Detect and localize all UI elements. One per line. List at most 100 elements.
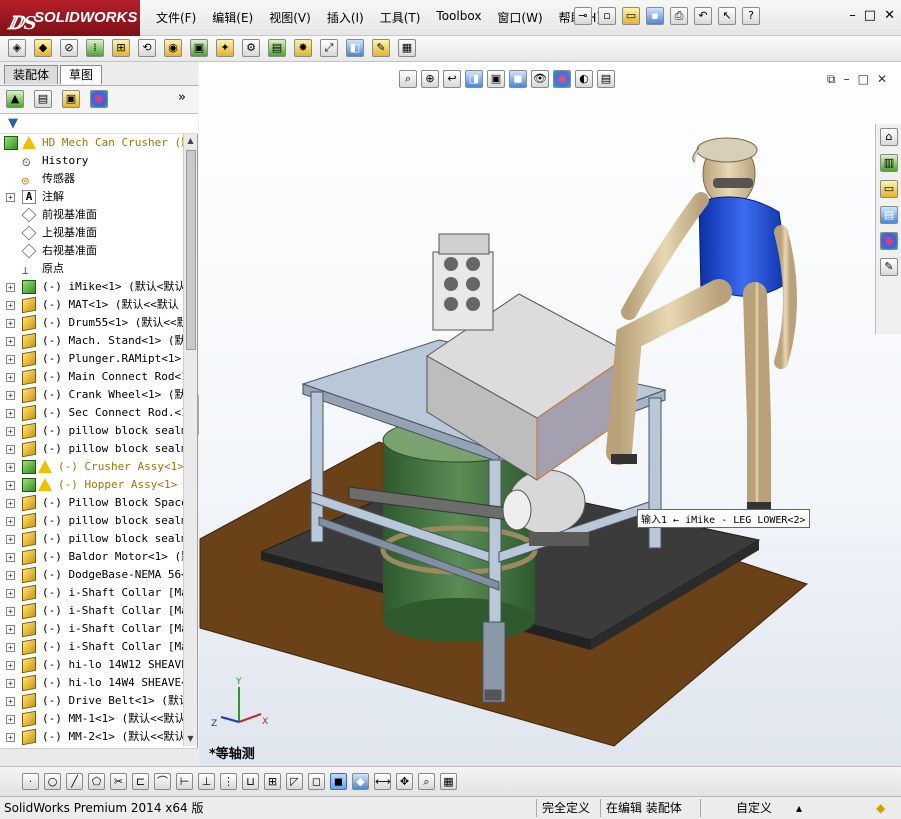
help-icon[interactable]: ?: [742, 7, 760, 25]
construction-icon[interactable]: ⋮: [220, 773, 237, 790]
expand-toggle-icon[interactable]: +: [6, 535, 15, 544]
tree-item[interactable]: + (-) i-Shaft Collar [Mat: [0, 602, 184, 620]
table-icon[interactable]: ▦: [440, 773, 457, 790]
filter-icon[interactable]: ▼: [8, 116, 18, 131]
mate-icon[interactable]: ⊘: [60, 39, 78, 57]
feature-manager-icon[interactable]: ▲: [6, 90, 24, 108]
expand-toggle-icon[interactable]: +: [6, 319, 15, 328]
maximize-icon[interactable]: □: [864, 8, 876, 23]
tree-item[interactable]: + (-) Drum55<1> (默认<<默: [0, 314, 184, 332]
file-explorer-icon[interactable]: ▭: [880, 180, 898, 198]
menu-tools[interactable]: 工具(T): [372, 9, 429, 26]
property-manager-icon[interactable]: ▤: [34, 90, 52, 108]
expand-toggle-icon[interactable]: +: [6, 571, 15, 580]
fillet-icon[interactable]: ⌒: [154, 773, 171, 790]
model-scene[interactable]: Y X Z: [199, 62, 901, 766]
save-icon[interactable]: ▪: [646, 7, 664, 25]
show-hidden-icon[interactable]: ◉: [164, 39, 182, 57]
grid-icon[interactable]: ⊞: [264, 773, 281, 790]
expand-toggle-icon[interactable]: +: [6, 463, 15, 472]
menu-file[interactable]: 文件(F): [148, 9, 204, 26]
tree-item[interactable]: + (-) MAT<1> (默认<<默认: [0, 296, 184, 314]
circle-icon[interactable]: ○: [44, 773, 61, 790]
box-view-icon[interactable]: ◻: [308, 773, 325, 790]
select-icon[interactable]: ↖: [718, 7, 736, 25]
assembly-features-icon[interactable]: ▣: [190, 39, 208, 57]
tree-item[interactable]: + (-) pillow block sealma: [0, 530, 184, 548]
tree-item[interactable]: + (-) pillow block sealma: [0, 422, 184, 440]
expand-toggle-icon[interactable]: +: [6, 643, 15, 652]
menu-edit[interactable]: 编辑(E): [204, 9, 261, 26]
tree-item[interactable]: 右视基准面: [0, 242, 184, 260]
expand-toggle-icon[interactable]: +: [6, 427, 15, 436]
bill-of-materials-icon[interactable]: ▤: [268, 39, 286, 57]
tree-item[interactable]: + (-) MM-1<1> (默认<<默认: [0, 710, 184, 728]
tree-item[interactable]: ◎ 传感器: [0, 170, 184, 188]
expand-toggle-icon[interactable]: +: [6, 661, 15, 670]
expand-toggle-icon[interactable]: +: [6, 409, 15, 418]
expand-toggle-icon[interactable]: +: [6, 481, 15, 490]
exploded-view-icon[interactable]: ✸: [294, 39, 312, 57]
units-status[interactable]: 自定义: [736, 800, 772, 817]
new-motion-study-icon[interactable]: ⚙: [242, 39, 260, 57]
tree-item[interactable]: + (-) i-Shaft Collar [Mat: [0, 584, 184, 602]
rebuild-icon[interactable]: ◆: [876, 800, 885, 817]
tab-sketch[interactable]: 草图: [60, 65, 103, 84]
tree-item[interactable]: + (-) Crusher Assy<1>: [0, 458, 184, 476]
tree-item[interactable]: + (-) Baldor Motor<1> (默: [0, 548, 184, 566]
trim-icon[interactable]: ✂: [110, 773, 127, 790]
expand-toggle-icon[interactable]: +: [6, 553, 15, 562]
tree-item[interactable]: + (-) DodgeBase-NEMA 56<1: [0, 566, 184, 584]
tree-item[interactable]: + (-) Main Connect Rod<1>: [0, 368, 184, 386]
menu-toolbox[interactable]: Toolbox: [428, 9, 489, 26]
point-icon[interactable]: ·: [22, 773, 39, 790]
offset-icon[interactable]: ⊏: [132, 773, 149, 790]
expand-toggle-icon[interactable]: +: [6, 337, 15, 346]
scroll-thumb[interactable]: [186, 150, 196, 350]
expand-toggle-icon[interactable]: +: [6, 283, 15, 292]
snapshot-icon[interactable]: ▦: [398, 39, 416, 57]
expand-toggle-icon[interactable]: +: [6, 607, 15, 616]
tree-item[interactable]: + (-) i-Shaft Collar [Mat: [0, 638, 184, 656]
tree-item[interactable]: + (-) Plunger.RAMipt<1> (: [0, 350, 184, 368]
isometric-icon[interactable]: ◆: [352, 773, 369, 790]
snap-icon[interactable]: ⌕: [418, 773, 435, 790]
ruler-icon[interactable]: ⊔: [242, 773, 259, 790]
tree-item[interactable]: + (-) Pillow Block Spacer: [0, 494, 184, 512]
tree-item[interactable]: + (-) hi-lo 14W4 SHEAVE<1: [0, 674, 184, 692]
expand-toggle-icon[interactable]: +: [6, 301, 15, 310]
expand-toggle-icon[interactable]: +: [6, 373, 15, 382]
tree-vertical-scrollbar[interactable]: ▲ ▼: [183, 134, 197, 746]
smart-fasteners-icon[interactable]: ⊞: [112, 39, 130, 57]
imike-figure[interactable]: [606, 137, 797, 520]
relation-icon[interactable]: ⊥: [198, 773, 215, 790]
polygon-icon[interactable]: ⬠: [88, 773, 105, 790]
line-icon[interactable]: ╱: [66, 773, 83, 790]
close-icon[interactable]: ✕: [884, 8, 895, 23]
tree-item[interactable]: + (-) Sec Connect Rod.<1>: [0, 404, 184, 422]
perspective-icon[interactable]: ◸: [286, 773, 303, 790]
tree-item[interactable]: HD Mech Can Crusher (默: [0, 134, 184, 152]
measure-icon[interactable]: ⟷: [374, 773, 391, 790]
undo-icon[interactable]: ↶: [694, 7, 712, 25]
tree-item[interactable]: 前视基准面: [0, 206, 184, 224]
tree-item[interactable]: + (-) pillow block sealma: [0, 440, 184, 458]
edit-component-icon[interactable]: ◈: [8, 39, 26, 57]
design-library-icon[interactable]: ▥: [880, 154, 898, 172]
tree-item[interactable]: 上视基准面: [0, 224, 184, 242]
tree-horizontal-scrollbar[interactable]: [0, 748, 198, 766]
pin-icon[interactable]: ⊸: [574, 7, 592, 25]
insert-component-icon[interactable]: ◆: [34, 39, 52, 57]
shaded-icon[interactable]: ◼: [330, 773, 347, 790]
custom-properties-icon[interactable]: ✎: [880, 258, 898, 276]
feeder-tube[interactable]: [432, 233, 494, 331]
expand-toggle-icon[interactable]: +: [6, 679, 15, 688]
move-component-icon[interactable]: ⟲: [138, 39, 156, 57]
reference-geometry-icon[interactable]: ✦: [216, 39, 234, 57]
scroll-up-icon[interactable]: ▲: [184, 134, 197, 148]
expand-toggle-icon[interactable]: +: [6, 193, 15, 202]
menu-insert[interactable]: 插入(I): [319, 9, 372, 26]
dimension-icon[interactable]: ⊢: [176, 773, 193, 790]
graphics-area[interactable]: ⌕ ⊕ ↩ ◨ ▣ ◼ 👁 ◐ ▤ ⧉ – □ ✕ Y X Z 输入1 ← iM…: [199, 62, 901, 766]
display-manager-icon[interactable]: [90, 90, 108, 108]
